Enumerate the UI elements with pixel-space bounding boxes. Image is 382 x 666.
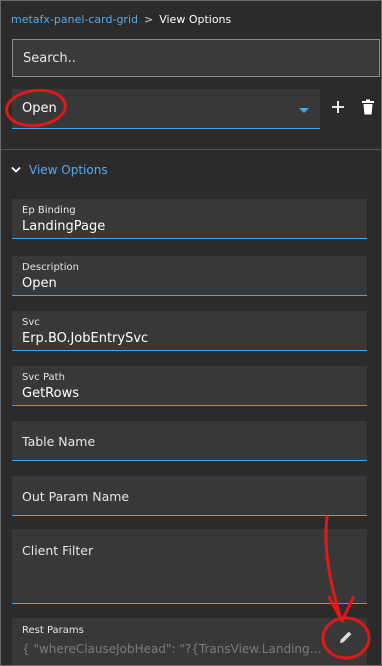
client-filter-field[interactable]: Client Filter bbox=[12, 529, 367, 604]
breadcrumb-separator: > bbox=[144, 12, 154, 26]
view-selector-value: Open bbox=[22, 101, 57, 116]
description-field[interactable]: Description Open bbox=[12, 256, 367, 296]
ep-binding-label: Ep Binding bbox=[22, 205, 76, 216]
out-param-name-placeholder: Out Param Name bbox=[22, 489, 130, 504]
rest-params-label: Rest Params bbox=[22, 625, 84, 636]
caret-down-icon[interactable] bbox=[299, 108, 309, 113]
view-selector-dropdown[interactable]: Open bbox=[12, 89, 320, 129]
panel-frame: metafx-panel-card-grid > View Options Op… bbox=[0, 0, 382, 666]
table-name-field[interactable]: Table Name bbox=[12, 421, 367, 461]
chevron-down-icon bbox=[11, 166, 21, 173]
out-param-name-field[interactable]: Out Param Name bbox=[12, 476, 367, 516]
breadcrumb: metafx-panel-card-grid > View Options bbox=[11, 11, 231, 27]
breadcrumb-parent-link[interactable]: metafx-panel-card-grid bbox=[11, 13, 138, 26]
plus-icon[interactable] bbox=[330, 99, 346, 115]
svc-path-label: Svc Path bbox=[22, 372, 65, 383]
svc-label: Svc bbox=[22, 317, 40, 328]
section-divider bbox=[1, 149, 381, 150]
client-filter-placeholder: Client Filter bbox=[22, 543, 94, 558]
section-title: View Options bbox=[29, 163, 108, 177]
svc-value: Erp.BO.JobEntrySvc bbox=[22, 331, 149, 346]
rest-params-field[interactable]: Rest Params { "whereClauseJobHead": "?{T… bbox=[12, 618, 367, 665]
svc-path-value: GetRows bbox=[22, 386, 79, 401]
description-value: Open bbox=[22, 276, 57, 291]
view-options-toggle[interactable]: View Options bbox=[11, 161, 108, 179]
table-name-placeholder: Table Name bbox=[22, 434, 96, 449]
ep-binding-value: LandingPage bbox=[22, 219, 106, 234]
ep-binding-field[interactable]: Ep Binding LandingPage bbox=[12, 199, 367, 239]
rest-params-value: { "whereClauseJobHead": "?{TransView.Lan… bbox=[22, 642, 322, 656]
description-label: Description bbox=[22, 262, 79, 273]
search-input[interactable] bbox=[13, 40, 379, 76]
search-box bbox=[12, 39, 380, 77]
svc-field[interactable]: Svc Erp.BO.JobEntrySvc bbox=[12, 311, 367, 351]
pencil-icon[interactable] bbox=[338, 629, 354, 645]
breadcrumb-current: View Options bbox=[159, 12, 232, 26]
trash-icon[interactable] bbox=[361, 99, 375, 115]
svc-path-field[interactable]: Svc Path GetRows bbox=[12, 366, 367, 406]
